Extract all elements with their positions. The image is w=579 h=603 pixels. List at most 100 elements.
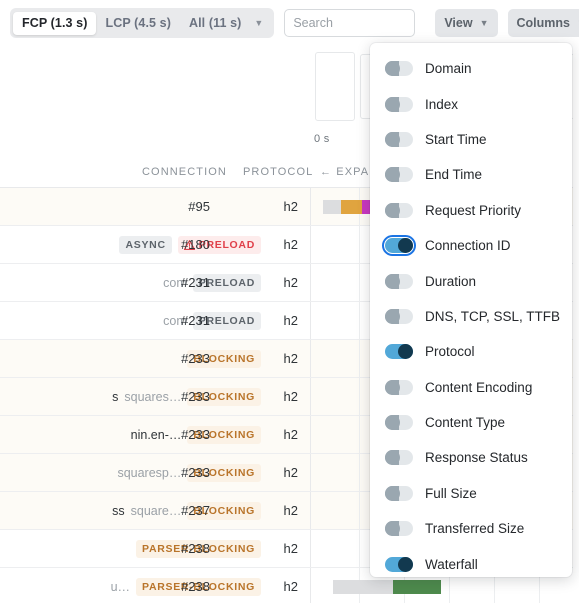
toggle-switch[interactable] [385, 485, 413, 501]
columns-menu-item-content-type[interactable]: Content Type [370, 405, 572, 440]
cell-request: PARSER-BLOCKING [0, 530, 261, 568]
columns-menu-item-label: Request Priority [425, 202, 522, 218]
cell-protocol: h2 [283, 465, 298, 480]
waterfall-gridline [359, 340, 360, 377]
toggle-knob [398, 344, 413, 360]
columns-dropdown-list: Domain Index Start Time End Time Request Pri… [370, 51, 572, 577]
toggle-switch[interactable] [385, 415, 413, 431]
toggle-knob [385, 379, 400, 395]
columns-menu-item-label: Content Encoding [425, 379, 533, 395]
columns-menu-item-label: Full Size [425, 485, 477, 501]
toggle-switch[interactable] [385, 96, 413, 112]
search-input[interactable] [284, 9, 416, 37]
request-url-subtext: u… [110, 580, 131, 594]
toggle-knob [385, 308, 400, 324]
toggle-switch[interactable] [385, 308, 413, 324]
waterfall-gridline [359, 226, 360, 263]
waterfall-gridline [359, 492, 360, 529]
columns-menu-item-label: Domain [425, 61, 472, 77]
cell-request: com PRELOAD [0, 264, 261, 302]
toggle-knob [385, 521, 400, 537]
columns-menu-item-connection-id[interactable]: Connection ID [370, 228, 572, 263]
column-header-connection[interactable]: CONNECTION [142, 166, 227, 178]
columns-menu-item-response-status[interactable]: Response Status [370, 440, 572, 475]
cell-connection-id: #237 [181, 503, 210, 518]
cell-connection-id: #238 [181, 541, 210, 556]
toggle-switch[interactable] [385, 379, 413, 395]
toggle-switch[interactable] [382, 235, 416, 257]
columns-menu-item-full-size[interactable]: Full Size [370, 476, 572, 511]
cell-connection-id: #233 [181, 389, 210, 404]
chevron-down-icon: ▼ [479, 18, 489, 28]
columns-menu-item-label: Connection ID [425, 238, 511, 254]
columns-menu-item-duration[interactable]: Duration [370, 263, 572, 298]
toggle-knob [385, 202, 400, 218]
toggle-knob [385, 96, 400, 112]
cell-request: nin.en-… BLOCKING [0, 416, 261, 454]
view-button[interactable]: View ▼ [435, 9, 498, 37]
waterfall-segment [341, 200, 362, 214]
cell-request: squaresp… BLOCKING [0, 454, 261, 492]
cell-connection-id: #233 [181, 427, 210, 442]
columns-menu-item-end-time[interactable]: End Time [370, 157, 572, 192]
columns-menu-item-dns-tcp-ssl-ttfb[interactable]: DNS, TCP, SSL, TTFB [370, 299, 572, 334]
cell-connection-id: #238 [181, 579, 210, 594]
network-waterfall-panel: FCP (1.3 s) LCP (4.5 s) All (11 s) ▼ Vie… [0, 0, 579, 603]
waterfall-gridline [359, 302, 360, 339]
columns-menu-item-label: Duration [425, 273, 477, 289]
metric-filter-segmented-control[interactable]: FCP (1.3 s) LCP (4.5 s) All (11 s) ▼ [10, 8, 275, 38]
toggle-knob [385, 131, 400, 147]
columns-menu-item-start-time[interactable]: Start Time [370, 122, 572, 157]
request-url-text: s [112, 390, 119, 404]
toggle-switch[interactable] [385, 131, 413, 147]
toggle-switch[interactable] [385, 556, 413, 572]
columns-menu-item-transferred-size[interactable]: Transferred Size [370, 511, 572, 546]
columns-menu-item-content-encoding[interactable]: Content Encoding [370, 370, 572, 405]
segment-lcp[interactable]: LCP (4.5 s) [96, 12, 179, 35]
toolbar: FCP (1.3 s) LCP (4.5 s) All (11 s) ▼ Vie… [0, 0, 579, 46]
columns-menu-item-protocol[interactable]: Protocol [370, 334, 572, 369]
request-url-text: ss [112, 504, 125, 518]
cell-protocol: h2 [283, 313, 298, 328]
columns-menu-item-label: End Time [425, 167, 483, 183]
view-button-label: View [444, 16, 473, 30]
cell-request: u… PARSER-BLOCKING [0, 568, 261, 603]
chevron-down-icon[interactable]: ▼ [250, 18, 271, 28]
cell-request: ASYNC PRELOAD [0, 226, 261, 264]
cell-request: BLOCKING [0, 340, 261, 378]
cell-protocol: h2 [283, 579, 298, 594]
segment-fcp[interactable]: FCP (1.3 s) [13, 11, 97, 35]
waterfall-gridline [359, 264, 360, 301]
columns-menu-item-request-priority[interactable]: Request Priority [370, 193, 572, 228]
waterfall-gridline [359, 378, 360, 415]
timeline-thumbnail-frame [315, 52, 355, 121]
toggle-knob [385, 167, 400, 183]
cell-protocol: h2 [283, 427, 298, 442]
timeline-axis-zero-label: 0 s [314, 133, 330, 145]
cell-request: s squares… BLOCKING [0, 378, 261, 416]
columns-dropdown-menu[interactable]: Domain Index Start Time End Time Request Pri… [370, 43, 572, 577]
columns-menu-item-label: Content Type [425, 415, 506, 431]
toggle-switch[interactable] [385, 521, 413, 537]
columns-menu-item-waterfall[interactable]: Waterfall [370, 546, 572, 577]
waterfall-gridline [359, 454, 360, 491]
toggle-knob [385, 415, 400, 431]
toggle-switch[interactable] [385, 61, 413, 77]
columns-menu-item-label: Index [425, 96, 459, 112]
cell-connection-id: #233 [181, 465, 210, 480]
columns-menu-item-label: Waterfall [425, 556, 478, 572]
toggle-switch[interactable] [385, 167, 413, 183]
columns-menu-item-domain[interactable]: Domain [370, 51, 572, 86]
waterfall-segment [323, 200, 341, 214]
toggle-switch[interactable] [385, 273, 413, 289]
column-header-protocol[interactable]: PROTOCOL [243, 166, 313, 178]
columns-menu-item-label: Response Status [425, 450, 528, 466]
segment-all[interactable]: All (11 s) [180, 12, 250, 35]
toggle-switch[interactable] [385, 344, 413, 360]
columns-button[interactable]: Columns ▼ [507, 9, 579, 37]
cell-connection-id: #231 [181, 313, 210, 328]
toggle-switch[interactable] [385, 450, 413, 466]
waterfall-gridline [359, 416, 360, 453]
toggle-switch[interactable] [385, 202, 413, 218]
columns-menu-item-index[interactable]: Index [370, 86, 572, 121]
